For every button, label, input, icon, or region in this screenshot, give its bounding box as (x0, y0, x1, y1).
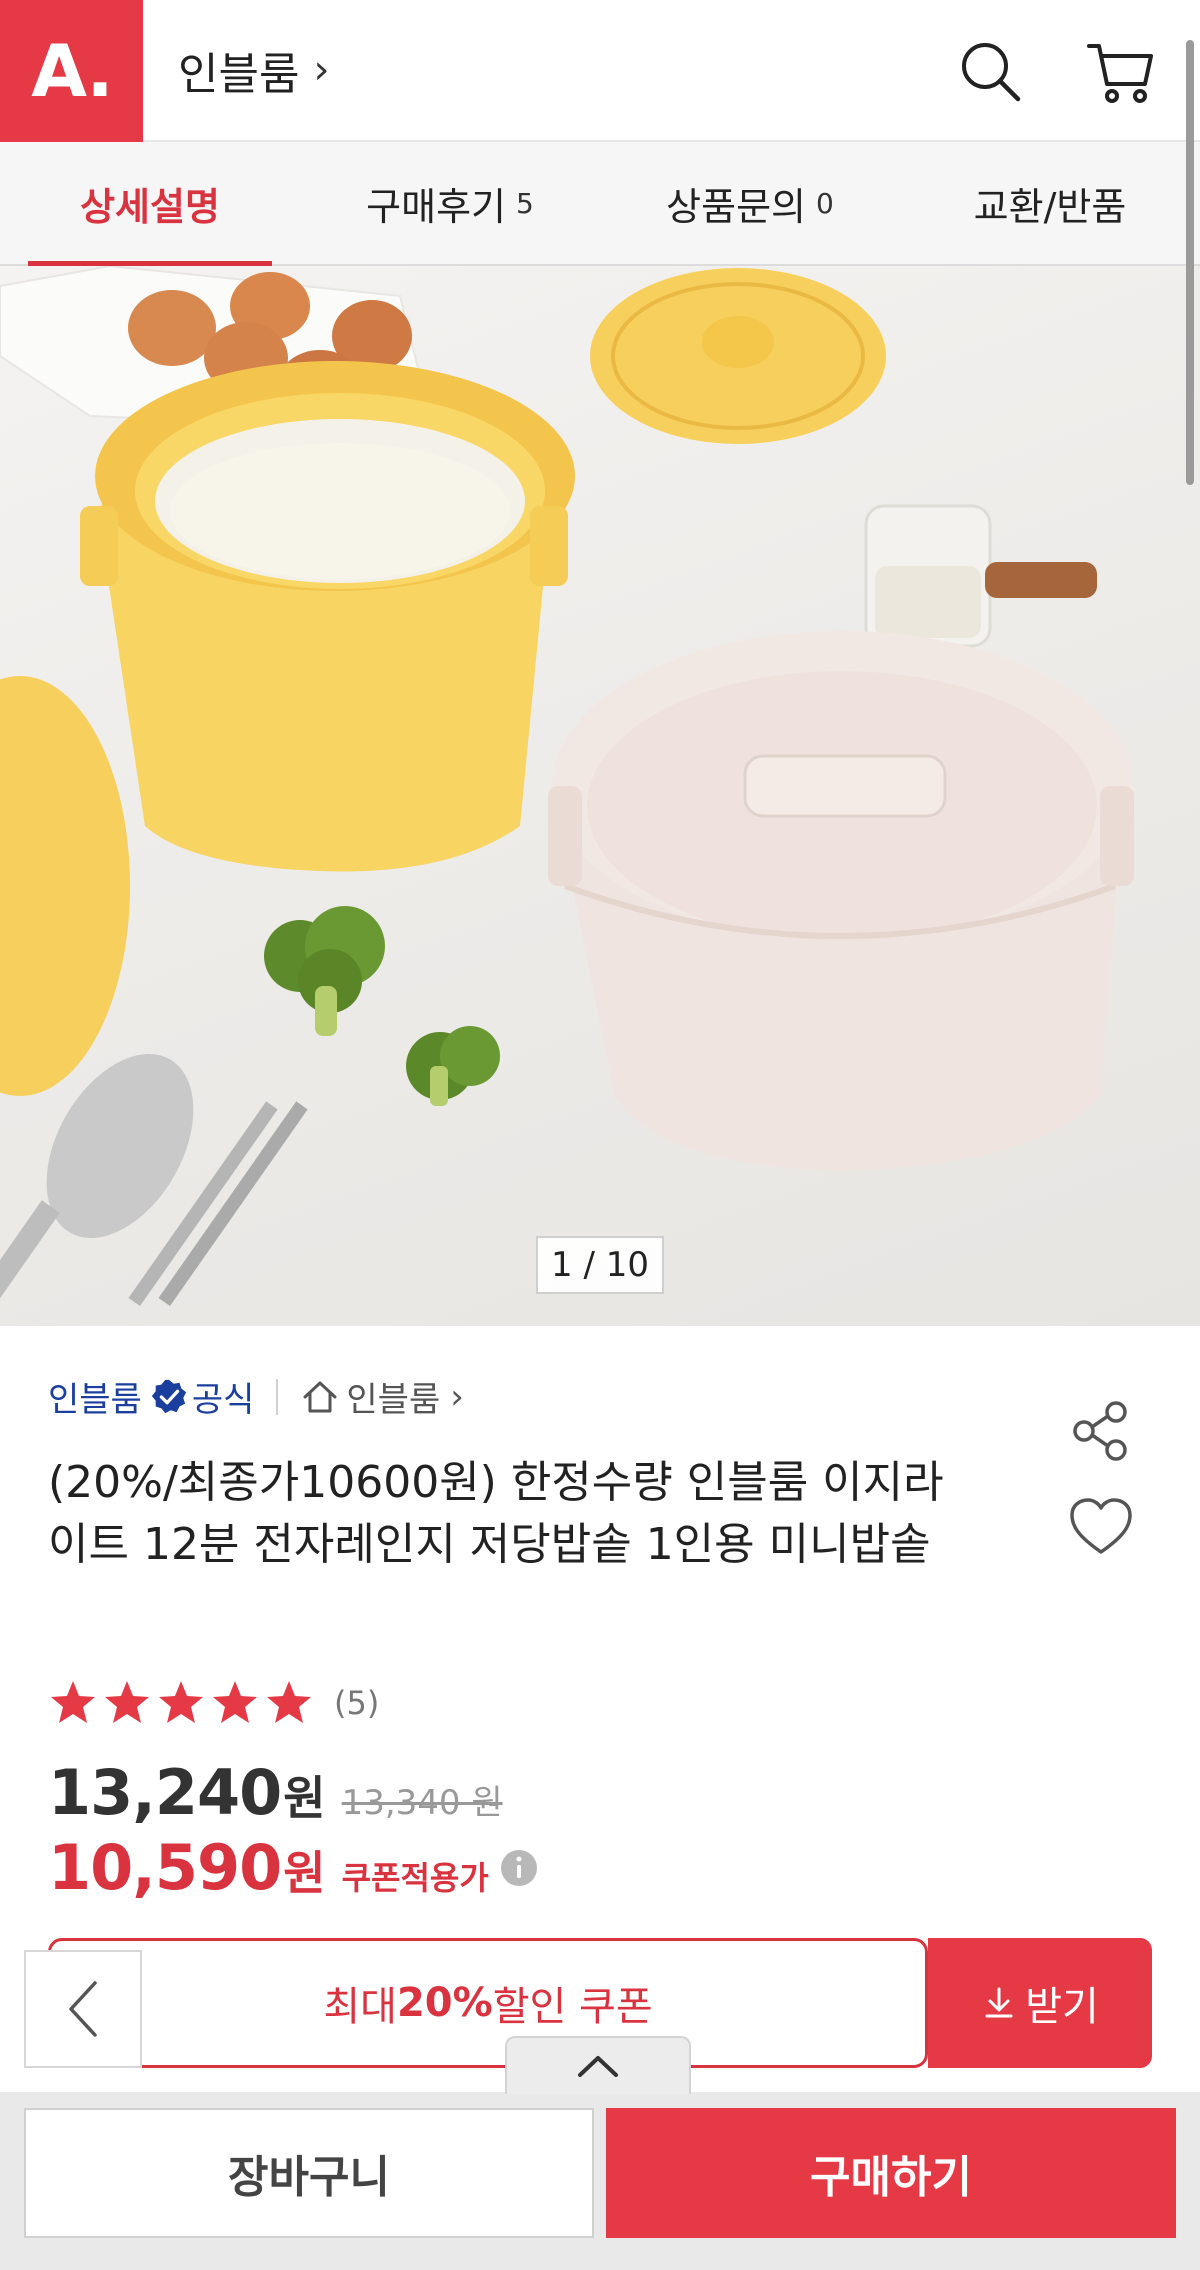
verified-badge-icon (151, 1379, 186, 1413)
store-name-label: 인블룸 (178, 49, 300, 100)
app-logo[interactable]: A. (0, 0, 143, 142)
divider (276, 1378, 279, 1415)
buy-now-button[interactable]: 구매하기 (606, 2108, 1176, 2238)
tab-label: 구매후기 (366, 184, 506, 229)
app-header: A. 인블룸 › (0, 0, 1200, 142)
coupon-price-unit: 원 (283, 1846, 326, 1900)
search-icon[interactable] (955, 36, 1027, 108)
tab-label: 상품문의 (666, 184, 806, 229)
coupon-percent: 20% (396, 1980, 493, 2026)
tab-count: 0 (816, 186, 834, 220)
expand-handle[interactable] (505, 2036, 691, 2094)
coupon-price: 10,590 (48, 1831, 282, 1904)
price-unit: 원 (283, 1771, 326, 1825)
product-tabs: 상세설명 구매후기 5 상품문의 0 교환/반품 (0, 142, 1200, 266)
cart-icon[interactable] (1085, 36, 1157, 108)
home-icon (303, 1381, 337, 1412)
chevron-right-icon: › (450, 1376, 464, 1417)
download-icon (985, 1987, 1013, 2018)
chevron-left-icon (69, 1981, 97, 2037)
tab-label: 상세설명 (80, 184, 220, 229)
brand-row: 인블룸 공식 인블룸 › (48, 1372, 464, 1421)
coupon-prefix: 최대 (323, 1984, 397, 2030)
brand-link[interactable]: 인블룸 (48, 1372, 142, 1421)
tab-inquiries[interactable]: 상품문의 0 (600, 142, 900, 264)
product-title: (20%/최종가10600원) 한정수량 인블룸 이지라이트 12분 전자레인지… (48, 1457, 944, 1570)
original-price: 13,340 원 (341, 1783, 503, 1823)
receive-coupon-button[interactable]: 받기 (928, 1938, 1152, 2068)
chevron-right-icon: › (313, 47, 330, 93)
coupon-suffix: 할인 쿠폰 (492, 1984, 653, 2030)
star-icon (267, 1681, 311, 1723)
logo-text: A. (31, 29, 113, 113)
coupon-price-row: 10,590 원 쿠폰적용가 (48, 1831, 539, 1904)
tab-details[interactable]: 상세설명 (0, 142, 300, 266)
star-icon (105, 1681, 149, 1723)
chevron-up-icon (578, 2056, 618, 2077)
coupon-price-label: 쿠폰적용가 (341, 1859, 489, 1897)
image-page-indicator: 1 / 10 (536, 1236, 664, 1294)
sale-price: 13,240 (48, 1756, 282, 1829)
star-icon (51, 1681, 95, 1723)
store-name-link[interactable]: 인블룸 › (178, 38, 329, 102)
product-info: 인블룸 공식 인블룸 › (20%/최종가10600원) 한정수량 인블룸 이지… (0, 1326, 1200, 1946)
price-row: 13,240 원 13,340 원 (48, 1756, 503, 1829)
tab-label: 교환/반품 (973, 184, 1127, 229)
shop-link[interactable]: 인블룸 (346, 1372, 440, 1421)
receive-label: 받기 (1025, 1984, 1099, 2030)
product-photo (0, 266, 1134, 1326)
heart-icon[interactable] (1068, 1496, 1134, 1558)
add-to-cart-button[interactable]: 장바구니 (24, 2108, 594, 2238)
official-label: 공식 (191, 1380, 255, 1420)
tab-reviews[interactable]: 구매후기 5 (300, 142, 600, 264)
product-image-gallery[interactable]: 1 / 10 (0, 266, 1200, 1326)
info-icon[interactable] (499, 1848, 539, 1888)
back-button[interactable] (24, 1950, 142, 2068)
tab-returns[interactable]: 교환/반품 (900, 142, 1200, 264)
tab-count: 5 (516, 186, 534, 220)
rating-row[interactable]: (5) (48, 1678, 379, 1728)
star-icon (159, 1681, 203, 1723)
coupon-banner[interactable]: 최대 20% 할인 쿠폰 (48, 1938, 928, 2068)
review-count: (5) (334, 1684, 380, 1722)
star-icon (213, 1681, 257, 1723)
scrollbar[interactable] (1186, 40, 1194, 485)
share-icon[interactable] (1068, 1398, 1134, 1464)
